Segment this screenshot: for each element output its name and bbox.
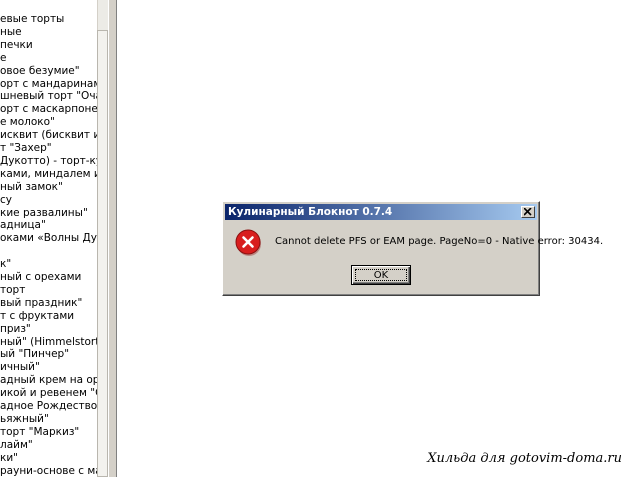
close-button[interactable]: [521, 206, 535, 218]
list-item[interactable]: Дукотто) - торт-куп: [0, 155, 97, 168]
recipe-list[interactable]: евые торты ные печки е овое безумие" орт с м…: [0, 0, 97, 477]
list-item[interactable]: ый "Пинчер": [0, 348, 69, 361]
list-item[interactable]: вый праздник": [0, 297, 82, 310]
list-item[interactable]: е: [0, 52, 6, 65]
error-message: Cannot delete PFS or EAM page. PageNo=0 …: [275, 236, 604, 247]
list-item[interactable]: ки": [0, 452, 18, 465]
list-item[interactable]: лайм": [0, 439, 33, 452]
list-item[interactable]: адный крем на оре: [0, 374, 97, 387]
list-item[interactable]: кие развалины": [0, 207, 88, 220]
dialog-title: Кулинарный Блокнот 0.7.4: [228, 206, 393, 218]
list-item[interactable]: евые торты: [0, 13, 64, 26]
list-item[interactable]: су: [0, 194, 12, 207]
list-item[interactable]: ные: [0, 26, 22, 39]
error-icon: [235, 229, 261, 256]
list-item[interactable]: е молоко": [0, 116, 55, 129]
list-item[interactable]: ками, миндалем и ц: [0, 168, 97, 181]
list-item[interactable]: ьяжный": [0, 413, 49, 426]
list-item[interactable]: орт с мандаринами: [0, 78, 97, 91]
list-item[interactable]: адное Рождество": [0, 400, 97, 413]
ok-button-label: OK: [373, 269, 389, 281]
list-item[interactable]: ный замок": [0, 181, 63, 194]
panel-splitter[interactable]: [108, 0, 117, 477]
list-item[interactable]: торт "Маркиз": [0, 426, 79, 439]
list-item[interactable]: исквит (бисквит из: [0, 129, 97, 142]
list-item[interactable]: печки: [0, 39, 33, 52]
list-item[interactable]: торт: [0, 284, 25, 297]
list-item[interactable]: овое безумие": [0, 65, 80, 78]
list-item[interactable]: шневый торт "Оча: [0, 90, 97, 103]
list-item[interactable]: т "Захер": [0, 142, 52, 155]
dialog-titlebar[interactable]: Кулинарный Блокнот 0.7.4: [225, 204, 537, 220]
list-item[interactable]: ный" (Himmelstorte: [0, 336, 97, 349]
list-item[interactable]: к": [0, 258, 11, 271]
error-dialog: Кулинарный Блокнот 0.7.4 Cannot delete P…: [222, 201, 603, 296]
list-item[interactable]: рауни-основе с ма: [0, 465, 97, 477]
list-item[interactable]: икой и ревенем "Сл: [0, 387, 97, 400]
list-item[interactable]: орт с маскарпоне: [0, 103, 97, 116]
close-icon: [524, 208, 532, 216]
list-item[interactable]: адница": [0, 219, 46, 232]
list-item[interactable]: т с фруктами: [0, 310, 74, 323]
ok-button[interactable]: OK: [351, 265, 411, 285]
watermark: Хильда для gotovim-doma.ru: [427, 451, 622, 466]
list-item[interactable]: приз": [0, 323, 31, 336]
list-item[interactable]: оками «Волны Дун: [0, 232, 97, 245]
scrollbar-thumb[interactable]: [97, 30, 108, 477]
list-item[interactable]: ный с орехами: [0, 271, 81, 284]
list-item[interactable]: ичный": [0, 361, 40, 374]
